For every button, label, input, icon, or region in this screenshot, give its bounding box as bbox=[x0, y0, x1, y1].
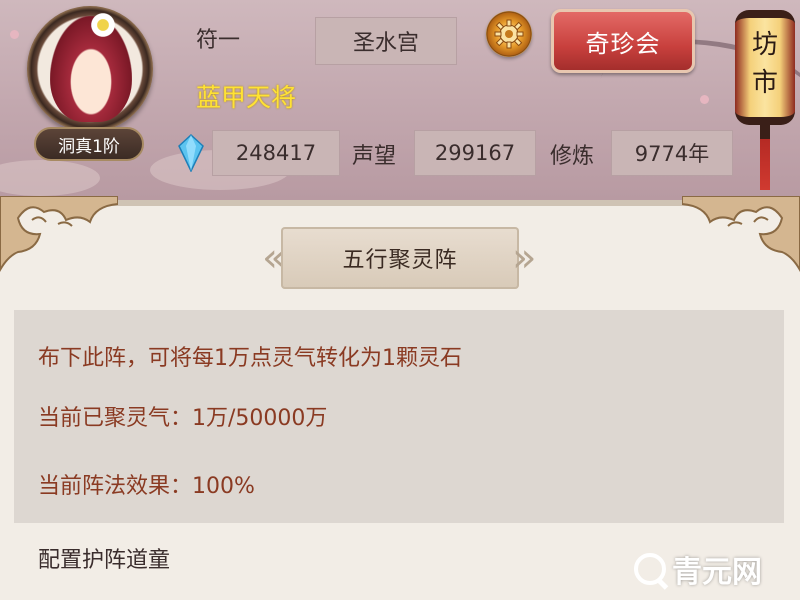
rank-badge: 洞真1阶 bbox=[34, 127, 144, 161]
blossom-decoration bbox=[700, 95, 709, 104]
server-name: 圣水宫 bbox=[315, 17, 457, 65]
market-sign: 坊 市 bbox=[735, 26, 795, 102]
gem-icon bbox=[178, 134, 204, 172]
cloud-corner-decoration bbox=[0, 196, 118, 272]
watermark-text: 青元网 bbox=[672, 555, 762, 590]
player-title: 蓝甲天将 bbox=[196, 83, 297, 112]
cloud-decoration bbox=[0, 160, 100, 196]
cloud-corner-decoration bbox=[682, 196, 800, 272]
gear-icon bbox=[494, 19, 524, 49]
gathered-qi-status: 当前已聚灵气：1万/50000万 bbox=[38, 406, 328, 431]
hair-flower-icon bbox=[90, 12, 116, 38]
reputation-label: 声望 bbox=[352, 144, 397, 169]
chevron-right-icon: » bbox=[512, 235, 537, 281]
cultivation-label: 修炼 bbox=[550, 144, 595, 169]
market-lantern-button[interactable]: 坊 市 bbox=[735, 0, 795, 200]
player-name: 符一 bbox=[196, 28, 241, 53]
treasure-fair-button[interactable]: 奇珍会 bbox=[551, 9, 695, 73]
blossom-decoration bbox=[10, 30, 19, 39]
panel-border bbox=[0, 200, 800, 206]
watermark-logo-icon bbox=[634, 553, 666, 585]
formation-description: 布下此阵，可将每1万点灵气转化为1颗灵石 bbox=[38, 346, 462, 371]
formation-effect-status: 当前阵法效果：100% bbox=[38, 474, 255, 499]
spirit-stone-count: 248417 bbox=[212, 130, 340, 176]
site-watermark: 青元网 bbox=[634, 549, 762, 590]
settings-button[interactable] bbox=[486, 11, 532, 57]
lantern-tassel bbox=[760, 125, 770, 190]
market-sign-char: 坊 bbox=[751, 30, 778, 60]
configure-guardian-button[interactable]: 配置护阵道童 bbox=[38, 542, 170, 574]
market-sign-char: 市 bbox=[751, 68, 778, 98]
reputation-value: 299167 bbox=[414, 130, 536, 176]
cultivation-value: 9774年 bbox=[611, 130, 733, 176]
panel-title: 五行聚灵阵 bbox=[281, 227, 519, 289]
